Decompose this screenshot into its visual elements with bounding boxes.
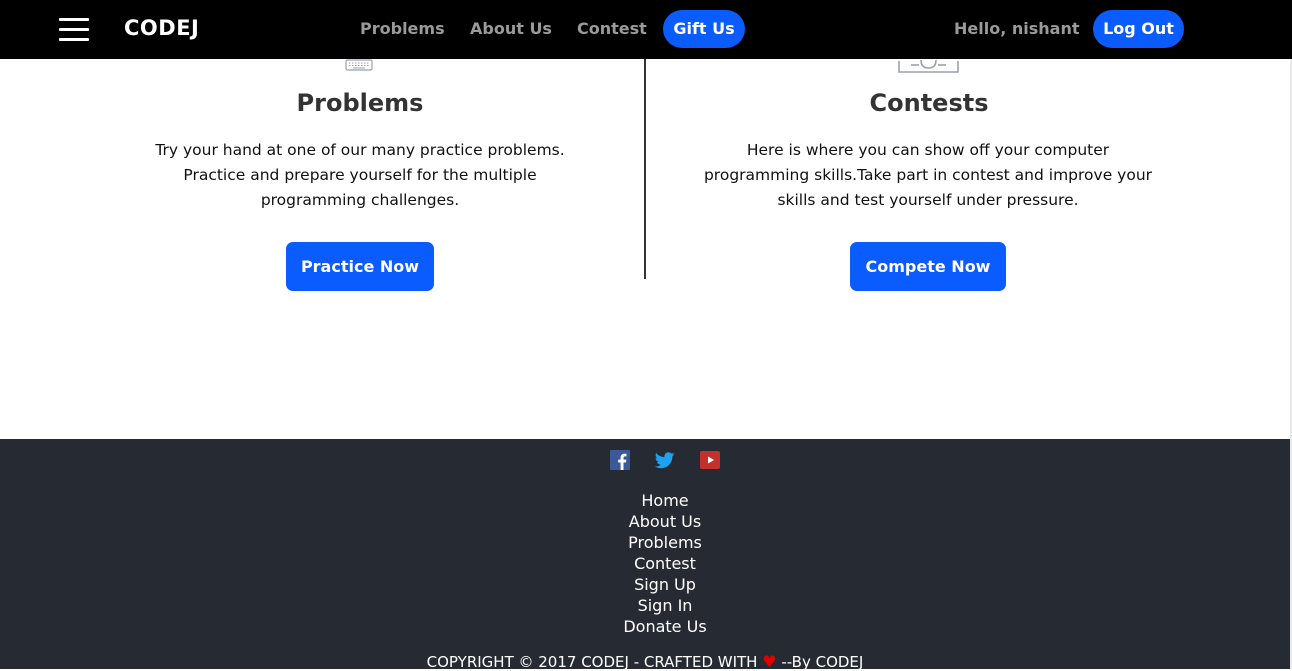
problems-description-line: Practice and prepare yourself for the mu…: [183, 166, 537, 184]
footer-link-problems[interactable]: Problems: [0, 532, 1292, 553]
brand-logo[interactable]: CODEJ: [124, 16, 199, 40]
problems-description-line: programming challenges.: [260, 191, 460, 209]
keyboard-icon: [345, 59, 373, 71]
footer: Home About Us Problems Contest Sign Up S…: [0, 439, 1292, 671]
heart-icon: ♥: [762, 652, 777, 671]
copyright-prefix: COPYRIGHT © 2017 CODEJ - CRAFTED WITH: [426, 653, 758, 671]
contest-trophy-icon: [898, 59, 959, 73]
footer-link-about-us[interactable]: About Us: [0, 511, 1292, 532]
twitter-icon[interactable]: [655, 450, 675, 470]
contests-description: Here is where you can show off your comp…: [668, 138, 1188, 213]
copyright-text: COPYRIGHT © 2017 CODEJ - CRAFTED WITH ♥ …: [0, 652, 1290, 671]
problems-description-line: Try your hand at one of our many practic…: [155, 141, 565, 159]
footer-link-donate-us[interactable]: Donate Us: [0, 616, 1292, 637]
footer-links: Home About Us Problems Contest Sign Up S…: [0, 490, 1292, 637]
practice-now-button[interactable]: Practice Now: [286, 242, 434, 291]
logout-button[interactable]: Log Out: [1093, 10, 1184, 48]
hamburger-menu-icon[interactable]: [59, 18, 89, 41]
problems-description: Try your hand at one of our many practic…: [120, 138, 600, 213]
contests-description-line: programming skills.Take part in contest …: [703, 166, 1153, 184]
contests-description-line: skills and test yourself under pressure.: [777, 191, 1079, 209]
footer-link-home[interactable]: Home: [0, 490, 1292, 511]
gift-us-button[interactable]: Gift Us: [663, 10, 745, 48]
nav-link-problems[interactable]: Problems: [360, 19, 445, 38]
column-divider: [644, 59, 646, 279]
nav-link-about-us[interactable]: About Us: [470, 19, 552, 38]
top-navbar: CODEJ Problems About Us Contest Gift Us …: [0, 0, 1292, 59]
copyright-suffix: --By CODEJ: [781, 653, 864, 671]
user-greeting: Hello, nishant: [954, 19, 1080, 38]
footer-link-sign-in[interactable]: Sign In: [0, 595, 1292, 616]
youtube-icon[interactable]: [700, 450, 720, 470]
compete-now-button[interactable]: Compete Now: [850, 242, 1006, 291]
nav-link-contest[interactable]: Contest: [577, 19, 647, 38]
contests-title: Contests: [869, 89, 989, 117]
problems-title: Problems: [296, 89, 424, 117]
contests-description-line: Here is where you can show off your comp…: [746, 141, 1110, 159]
footer-link-sign-up[interactable]: Sign Up: [0, 574, 1292, 595]
footer-link-contest[interactable]: Contest: [0, 553, 1292, 574]
facebook-icon[interactable]: [610, 450, 630, 470]
